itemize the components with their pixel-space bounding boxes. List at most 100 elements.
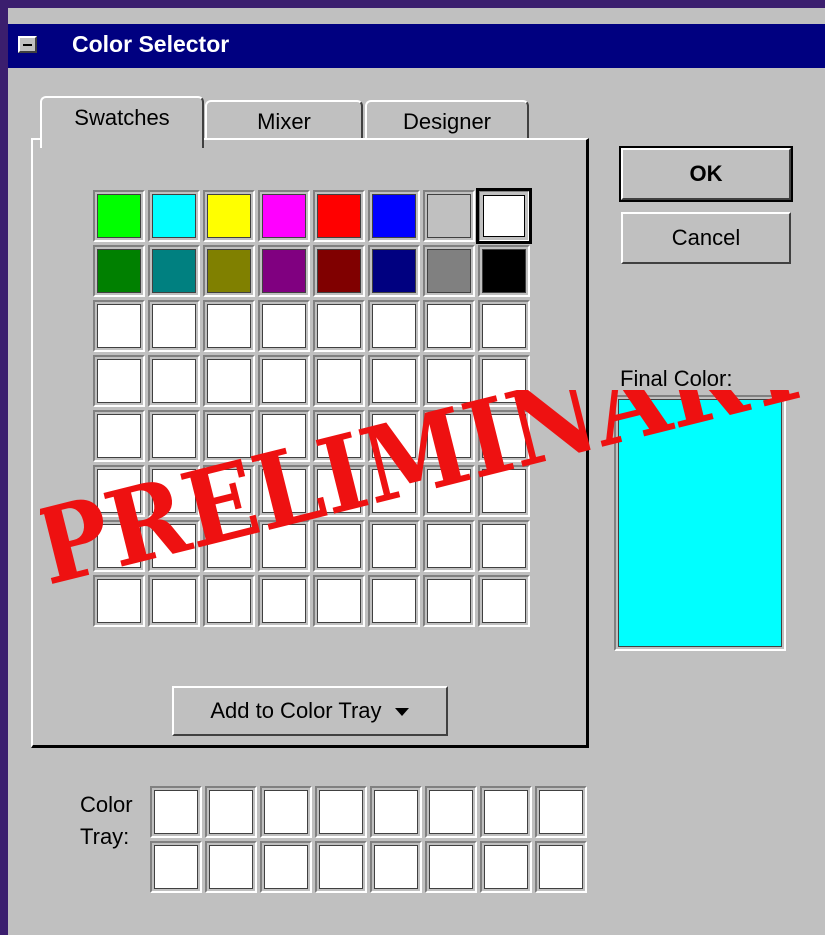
swatch-fill bbox=[152, 524, 196, 568]
swatch-cell[interactable] bbox=[478, 355, 530, 407]
tray-cell[interactable] bbox=[535, 841, 587, 893]
tray-cell[interactable] bbox=[315, 841, 367, 893]
swatch-cell[interactable] bbox=[203, 355, 255, 407]
swatch-cell[interactable] bbox=[423, 410, 475, 462]
swatch-cell[interactable] bbox=[93, 410, 145, 462]
tray-cell[interactable] bbox=[150, 841, 202, 893]
add-to-color-tray-button[interactable]: Add to Color Tray bbox=[172, 686, 448, 736]
tray-cell[interactable] bbox=[370, 786, 422, 838]
tab-swatches[interactable]: Swatches bbox=[40, 96, 204, 148]
swatch-cell[interactable] bbox=[313, 575, 365, 627]
tray-cell[interactable] bbox=[205, 786, 257, 838]
swatch-cell[interactable] bbox=[203, 465, 255, 517]
swatch-cell[interactable] bbox=[203, 190, 255, 242]
swatch-cell[interactable] bbox=[423, 245, 475, 297]
swatch-cell[interactable] bbox=[148, 575, 200, 627]
swatch-cell[interactable] bbox=[148, 410, 200, 462]
swatch-cell[interactable] bbox=[258, 575, 310, 627]
color-tray-label-line1: Color bbox=[80, 792, 133, 817]
swatch-cell[interactable] bbox=[93, 355, 145, 407]
tray-cell[interactable] bbox=[205, 841, 257, 893]
swatch-cell[interactable] bbox=[368, 245, 420, 297]
swatch-cell[interactable] bbox=[258, 355, 310, 407]
swatch-cell[interactable] bbox=[368, 520, 420, 572]
swatch-cell[interactable] bbox=[313, 190, 365, 242]
swatch-cell[interactable] bbox=[258, 245, 310, 297]
swatch-fill bbox=[262, 194, 306, 238]
tray-cell[interactable] bbox=[480, 841, 532, 893]
swatch-cell[interactable] bbox=[203, 410, 255, 462]
swatch-fill bbox=[97, 194, 141, 238]
cancel-button[interactable]: Cancel bbox=[621, 212, 791, 264]
tray-cell[interactable] bbox=[370, 841, 422, 893]
tray-cell[interactable] bbox=[260, 841, 312, 893]
swatch-cell[interactable] bbox=[258, 410, 310, 462]
swatch-cell[interactable] bbox=[93, 575, 145, 627]
swatch-cell[interactable] bbox=[423, 520, 475, 572]
swatch-cell[interactable] bbox=[423, 575, 475, 627]
swatch-cell[interactable] bbox=[478, 520, 530, 572]
swatch-cell[interactable] bbox=[476, 188, 532, 244]
swatch-cell[interactable] bbox=[313, 465, 365, 517]
swatch-cell[interactable] bbox=[368, 300, 420, 352]
swatch-cell[interactable] bbox=[368, 465, 420, 517]
final-color-fill bbox=[618, 399, 782, 647]
swatch-cell[interactable] bbox=[423, 355, 475, 407]
swatch-cell[interactable] bbox=[93, 300, 145, 352]
cancel-button-label: Cancel bbox=[671, 225, 741, 250]
swatch-fill bbox=[427, 579, 471, 623]
tray-fill bbox=[264, 845, 308, 889]
swatch-cell[interactable] bbox=[203, 300, 255, 352]
swatch-fill bbox=[207, 194, 251, 238]
swatch-cell[interactable] bbox=[148, 355, 200, 407]
swatch-cell[interactable] bbox=[478, 410, 530, 462]
swatch-cell[interactable] bbox=[148, 520, 200, 572]
tray-cell[interactable] bbox=[480, 786, 532, 838]
swatch-cell[interactable] bbox=[368, 575, 420, 627]
tray-fill bbox=[374, 845, 418, 889]
swatch-cell[interactable] bbox=[368, 410, 420, 462]
swatch-cell[interactable] bbox=[478, 465, 530, 517]
swatch-cell[interactable] bbox=[148, 245, 200, 297]
swatch-cell[interactable] bbox=[148, 190, 200, 242]
swatch-cell[interactable] bbox=[478, 300, 530, 352]
swatch-cell[interactable] bbox=[93, 245, 145, 297]
swatch-fill bbox=[372, 469, 416, 513]
swatch-fill bbox=[97, 579, 141, 623]
swatch-cell[interactable] bbox=[478, 575, 530, 627]
swatch-cell[interactable] bbox=[313, 355, 365, 407]
swatch-cell[interactable] bbox=[258, 300, 310, 352]
swatch-cell[interactable] bbox=[148, 465, 200, 517]
tray-cell[interactable] bbox=[425, 841, 477, 893]
swatch-cell[interactable] bbox=[203, 520, 255, 572]
swatch-cell[interactable] bbox=[203, 245, 255, 297]
swatch-cell[interactable] bbox=[258, 190, 310, 242]
swatch-cell[interactable] bbox=[313, 410, 365, 462]
ok-button[interactable]: OK bbox=[619, 146, 793, 202]
swatch-cell[interactable] bbox=[368, 190, 420, 242]
swatch-cell[interactable] bbox=[93, 465, 145, 517]
swatch-cell[interactable] bbox=[423, 190, 475, 242]
swatch-cell[interactable] bbox=[368, 355, 420, 407]
swatch-cell[interactable] bbox=[423, 465, 475, 517]
tray-cell[interactable] bbox=[425, 786, 477, 838]
swatch-cell[interactable] bbox=[258, 465, 310, 517]
swatch-cell[interactable] bbox=[423, 300, 475, 352]
swatch-cell[interactable] bbox=[93, 520, 145, 572]
tray-cell[interactable] bbox=[535, 786, 587, 838]
swatch-cell[interactable] bbox=[93, 190, 145, 242]
swatch-cell[interactable] bbox=[258, 520, 310, 572]
swatch-cell[interactable] bbox=[203, 575, 255, 627]
swatch-cell[interactable] bbox=[478, 245, 530, 297]
tray-cell[interactable] bbox=[315, 786, 367, 838]
swatch-fill bbox=[97, 524, 141, 568]
system-menu-icon[interactable] bbox=[18, 36, 37, 53]
swatch-cell[interactable] bbox=[313, 245, 365, 297]
swatch-cell[interactable] bbox=[313, 300, 365, 352]
swatch-cell[interactable] bbox=[313, 520, 365, 572]
tray-cell[interactable] bbox=[260, 786, 312, 838]
tray-cell[interactable] bbox=[150, 786, 202, 838]
swatch-fill bbox=[372, 579, 416, 623]
tab-mixer-label: Mixer bbox=[257, 109, 311, 134]
swatch-cell[interactable] bbox=[148, 300, 200, 352]
